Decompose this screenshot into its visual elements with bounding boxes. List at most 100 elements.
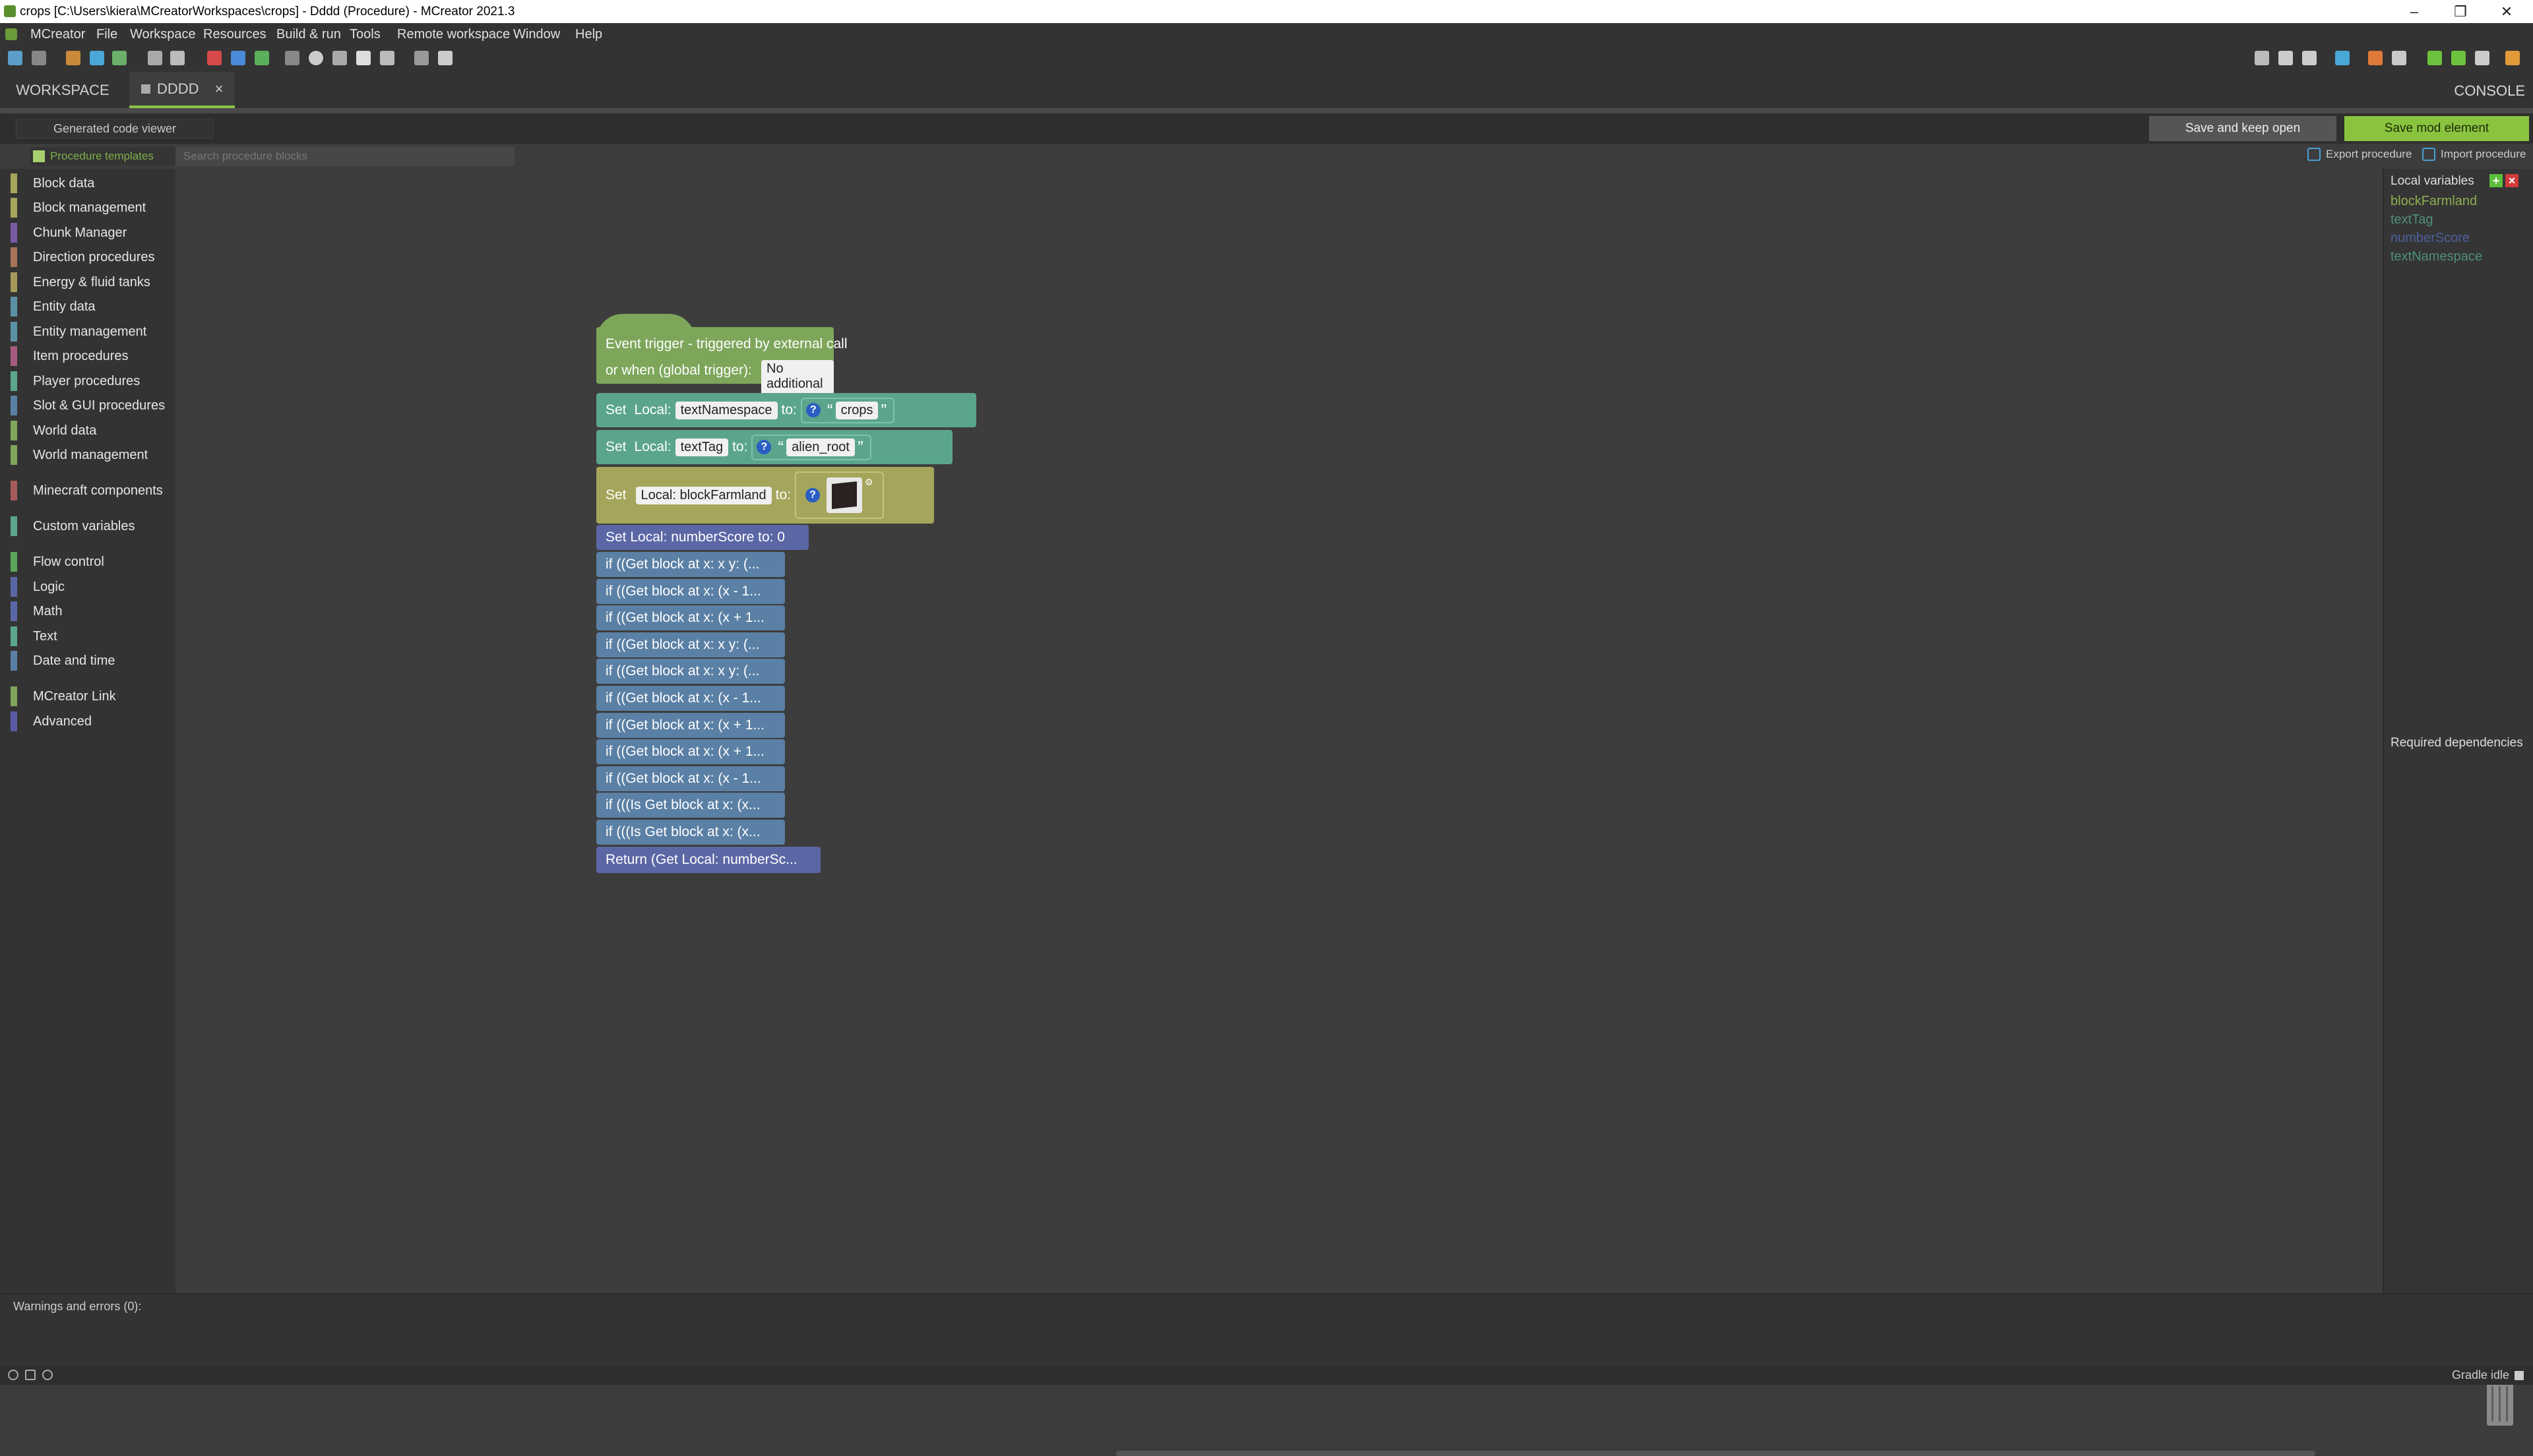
close-tab-icon[interactable]: × (215, 80, 224, 98)
horizontal-scrollbar[interactable] (1116, 1451, 2315, 1456)
category-entity-management[interactable]: Entity management (8, 320, 175, 344)
export-procedure-button[interactable]: Export procedure (2307, 148, 2412, 161)
category-slot-gui-procedures[interactable]: Slot & GUI procedures (8, 394, 175, 417)
edit-icon[interactable] (438, 51, 453, 65)
if-block[interactable]: if ((Get block at x: (x + 1... (596, 739, 785, 764)
debug-icon[interactable] (2335, 51, 2350, 65)
text-field[interactable]: crops (835, 401, 879, 419)
model-icon[interactable] (170, 51, 185, 65)
workspace-icon[interactable] (8, 51, 22, 65)
event-trigger-block[interactable]: Event trigger - triggered by external ca… (596, 314, 848, 408)
run-client-icon[interactable] (2427, 51, 2442, 65)
menu-build-run[interactable]: Build & run (276, 27, 341, 42)
save-mod-element-button[interactable]: Save mod element (2344, 116, 2529, 141)
tag-icon[interactable] (285, 51, 299, 65)
if-block[interactable]: if ((Get block at x: (x + 1... (596, 605, 785, 630)
category-chunk-manager[interactable]: Chunk Manager (8, 221, 175, 245)
gear-icon[interactable]: ⚙ (865, 477, 873, 488)
info-icon[interactable] (8, 1370, 18, 1380)
blockly-workspace[interactable]: Event trigger - triggered by external ca… (175, 169, 2515, 1456)
category-entity-data[interactable]: Entity data (8, 295, 175, 318)
build-icon[interactable] (2392, 51, 2406, 65)
category-mcreator-link[interactable]: MCreator Link (8, 684, 175, 708)
set-local-block[interactable]: Set Local: textNamespace to: ? “ crops ” (596, 393, 976, 427)
farmland-block-icon[interactable] (826, 477, 862, 513)
settings-icon[interactable] (380, 51, 394, 65)
category-text[interactable]: Text (8, 624, 175, 648)
tab-workspace[interactable]: WORKSPACE (0, 72, 125, 108)
category-math[interactable]: Math (8, 599, 175, 623)
set-local-block[interactable]: Set Local: textTag to: ? “ alien_root ” (596, 430, 953, 464)
if-block[interactable]: if ((Get block at x: (x - 1... (596, 766, 785, 791)
download-icon[interactable] (2278, 51, 2293, 65)
save-keep-open-button[interactable]: Save and keep open (2149, 116, 2336, 141)
menu-window[interactable]: Window (513, 27, 560, 42)
if-block[interactable]: if ((Get block at x: x y: (... (596, 632, 785, 657)
gradle-icon[interactable] (207, 51, 222, 65)
export-mod-icon[interactable] (2505, 51, 2520, 65)
local-variable-item[interactable]: numberScore (2391, 231, 2470, 246)
tab-dddd[interactable]: DDDD × (129, 72, 235, 108)
category-logic[interactable]: Logic (8, 575, 175, 599)
sound-icon[interactable] (90, 51, 104, 65)
structure-icon[interactable] (148, 51, 162, 65)
category-date-time[interactable]: Date and time (8, 649, 175, 673)
category-world-data[interactable]: World data (8, 419, 175, 442)
variable-dropdown[interactable]: textNamespace (675, 401, 778, 419)
local-variable-item[interactable]: blockFarmland (2391, 194, 2477, 209)
add-variable-button[interactable]: + (2489, 174, 2503, 187)
category-player-procedures[interactable]: Player procedures (8, 369, 175, 393)
category-world-management[interactable]: World management (8, 443, 175, 467)
wand-icon[interactable] (356, 51, 371, 65)
help-icon[interactable]: ? (757, 440, 772, 454)
text-value-block[interactable]: ? “ alien_root ” (751, 434, 871, 460)
procedure-templates-button[interactable]: Procedure templates (30, 147, 182, 166)
variables-icon[interactable] (231, 51, 245, 65)
category-energy-fluid-tanks[interactable]: Energy & fluid tanks (8, 270, 175, 294)
if-block[interactable]: if ((Get block at x: (x + 1... (596, 713, 785, 738)
localization-icon[interactable] (255, 51, 269, 65)
network-icon[interactable] (25, 1370, 36, 1380)
run-server-icon[interactable] (2451, 51, 2466, 65)
category-minecraft-components[interactable]: Minecraft components (8, 479, 175, 502)
browser-icon[interactable] (32, 51, 46, 65)
stop-square-icon[interactable] (2515, 1370, 2524, 1380)
menu-remote-workspace[interactable]: Remote workspace (397, 27, 510, 42)
monitor-icon[interactable] (414, 51, 429, 65)
search-blocks-input[interactable] (175, 146, 515, 166)
category-item-procedures[interactable]: Item procedures (8, 344, 175, 368)
text-field[interactable]: alien_root (786, 438, 855, 456)
category-direction-procedures[interactable]: Direction procedures (8, 245, 175, 269)
variable-dropdown[interactable]: Local: blockFarmland (635, 486, 772, 504)
set-number-block[interactable]: Set Local: numberScore to: 0 (596, 525, 809, 550)
import-procedure-button[interactable]: Import procedure (2422, 148, 2526, 161)
menu-help[interactable]: Help (575, 27, 602, 42)
text-value-block[interactable]: ? “ crops ” (800, 397, 895, 423)
local-variable-item[interactable]: textTag (2391, 212, 2433, 228)
return-block[interactable]: Return (Get Local: numberSc... (596, 847, 821, 873)
generated-code-viewer-button[interactable]: Generated code viewer (16, 119, 214, 138)
category-advanced[interactable]: Advanced (8, 710, 175, 733)
if-block[interactable]: if ((Get block at x: x y: (... (596, 659, 785, 684)
menu-file[interactable]: File (96, 27, 117, 42)
menu-tools[interactable]: Tools (350, 27, 381, 42)
brush-icon[interactable] (309, 51, 323, 65)
category-block-management[interactable]: Block management (8, 196, 175, 220)
category-flow-control[interactable]: Flow control (8, 550, 175, 574)
upload-icon[interactable] (2302, 51, 2317, 65)
texture-icon[interactable] (112, 51, 127, 65)
close-window-icon[interactable]: ✕ (2487, 0, 2526, 23)
console-toggle[interactable]: CONSOLE (2454, 82, 2525, 100)
if-block[interactable]: if (((Is Get block at x: (x... (596, 793, 785, 818)
if-block[interactable]: if (((Is Get block at x: (x... (596, 820, 785, 845)
remove-variable-button[interactable]: × (2505, 174, 2518, 187)
stop-icon[interactable] (2475, 51, 2489, 65)
tools-icon[interactable] (332, 51, 347, 65)
local-variable-item[interactable]: textNamespace (2391, 249, 2482, 264)
settings-icon[interactable] (42, 1370, 53, 1380)
image-editor-icon[interactable] (66, 51, 80, 65)
help-icon[interactable]: ? (805, 488, 820, 502)
category-custom-variables[interactable]: Custom variables (8, 514, 175, 538)
if-block[interactable]: if ((Get block at x: (x - 1... (596, 686, 785, 711)
menu-resources[interactable]: Resources (203, 27, 266, 42)
